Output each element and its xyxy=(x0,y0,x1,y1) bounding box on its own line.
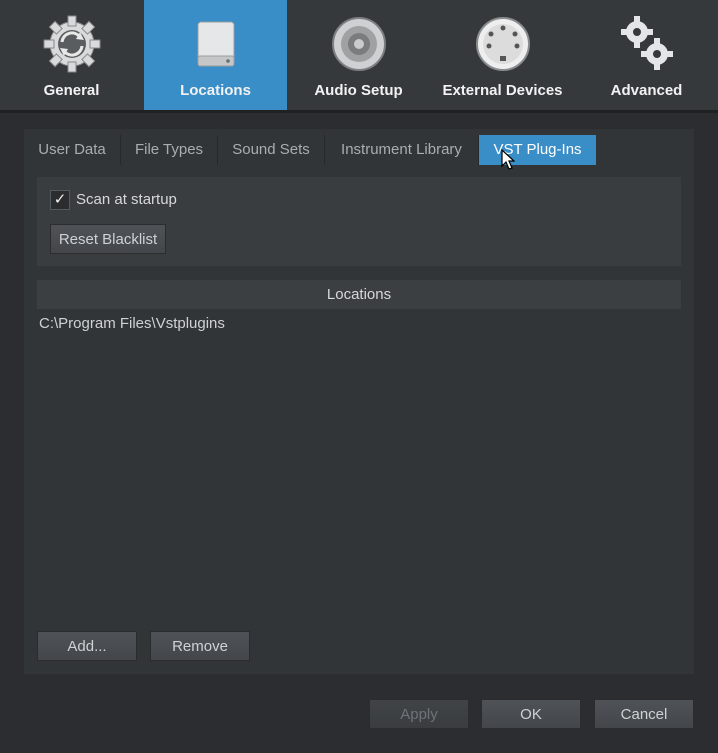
speaker-icon xyxy=(331,17,386,71)
gears-icon xyxy=(620,16,673,70)
general-gear-refresh-icon xyxy=(43,15,100,73)
scan-at-startup-label: Scan at startup xyxy=(76,191,177,208)
tab-user-data[interactable]: User Data xyxy=(24,135,121,165)
ok-button[interactable]: OK xyxy=(481,699,581,729)
tab-file-types[interactable]: File Types xyxy=(121,135,218,165)
remove-location-button[interactable]: Remove xyxy=(150,631,250,661)
toolbar-item-locations[interactable]: Locations xyxy=(144,0,287,110)
scan-at-startup-checkbox[interactable]: ✓ xyxy=(50,190,70,210)
drive-icon xyxy=(197,21,234,67)
toolbar-label-general: General xyxy=(43,82,100,99)
toolbar-label-advanced: Advanced xyxy=(610,82,683,99)
toolbar-item-external-devices[interactable]: External Devices xyxy=(431,0,574,110)
toolbar-label-locations: Locations xyxy=(180,82,251,99)
locations-list: C:\Program Files\Vstplugins xyxy=(37,309,681,609)
apply-button[interactable]: Apply xyxy=(369,699,469,729)
toolbar-label-audio-setup: Audio Setup xyxy=(314,82,403,99)
locations-column-header: Locations xyxy=(37,280,681,309)
tab-instrument-library[interactable]: Instrument Library xyxy=(325,135,479,165)
tab-sound-sets[interactable]: Sound Sets xyxy=(218,135,325,165)
midi-port-icon xyxy=(475,17,530,71)
toolbar-item-audio-setup[interactable]: Audio Setup xyxy=(287,0,430,110)
preferences-toolbar: General Locations Audio Setup External D… xyxy=(0,0,718,110)
mouse-cursor-icon xyxy=(501,149,515,170)
list-item[interactable]: C:\Program Files\Vstplugins xyxy=(39,315,225,332)
reset-blacklist-button[interactable]: Reset Blacklist xyxy=(50,224,166,254)
toolbar-item-general[interactable]: General xyxy=(0,0,143,110)
toolbar-label-external-devices: External Devices xyxy=(442,82,563,99)
add-location-button[interactable]: Add... xyxy=(37,631,137,661)
cancel-button[interactable]: Cancel xyxy=(594,699,694,729)
tab-vst-plug-ins[interactable]: VST Plug-Ins xyxy=(479,135,596,165)
toolbar-divider xyxy=(0,110,718,113)
toolbar-item-advanced[interactable]: Advanced xyxy=(575,0,718,110)
